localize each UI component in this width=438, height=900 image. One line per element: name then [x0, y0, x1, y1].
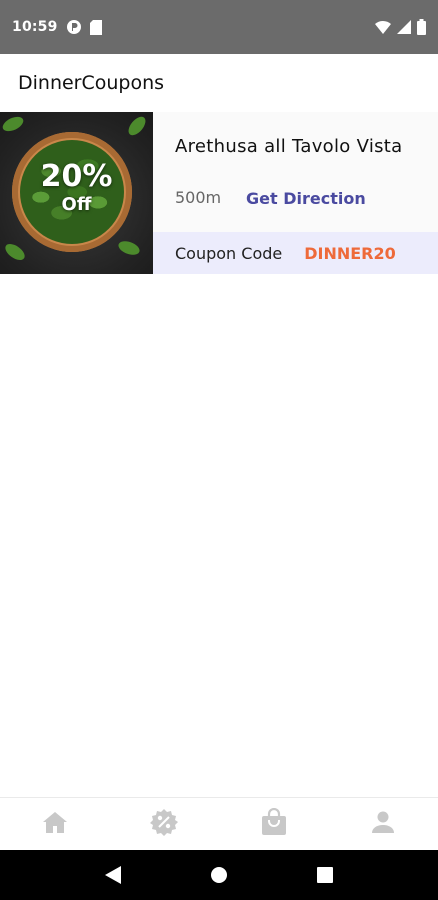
coupon-code-value[interactable]: DINNER20 [304, 244, 396, 263]
restaurant-name: Arethusa all Tavolo Vista [175, 136, 403, 157]
coupon-code-label: Coupon Code [175, 243, 283, 263]
discount-icon [150, 808, 179, 840]
distance-label: 500m [175, 188, 222, 207]
home-icon [42, 810, 68, 838]
status-right [375, 19, 426, 35]
back-icon[interactable] [93, 855, 133, 895]
signal-icon [397, 20, 411, 34]
status-time: 10:59 [12, 19, 58, 35]
media-icon [66, 19, 82, 35]
wifi-icon [375, 20, 391, 34]
discount-badge: 20% Off [0, 160, 153, 216]
home-circle-icon[interactable] [199, 855, 239, 895]
profile-icon [371, 810, 395, 838]
nav-shopping[interactable] [219, 798, 329, 850]
shopping-bag-icon [261, 807, 287, 840]
get-direction-link[interactable]: Get Direction [246, 189, 366, 208]
nav-home[interactable] [0, 798, 110, 850]
system-nav-bar [0, 850, 438, 900]
discount-percent: 20% [40, 159, 113, 194]
app-bar: DinnerCoupons [0, 54, 438, 112]
status-left: 10:59 [12, 19, 102, 35]
app-title: DinnerCoupons [18, 72, 165, 94]
bottom-nav [0, 797, 438, 850]
coupon-image: 20% Off [0, 112, 153, 274]
coupon-info: Arethusa all Tavolo Vista 500m Get Direc… [153, 112, 438, 274]
discount-suffix: Off [61, 194, 92, 215]
sd-card-icon [89, 19, 102, 35]
battery-icon [417, 19, 426, 35]
coupon-code-strip: Coupon Code DINNER20 [153, 232, 438, 274]
coupon-card[interactable]: 20% Off Arethusa all Tavolo Vista 500m G… [0, 112, 438, 274]
nav-discounts[interactable] [110, 798, 220, 850]
status-bar: 10:59 [0, 0, 438, 54]
nav-profile[interactable] [329, 798, 438, 850]
recents-icon[interactable] [305, 855, 345, 895]
